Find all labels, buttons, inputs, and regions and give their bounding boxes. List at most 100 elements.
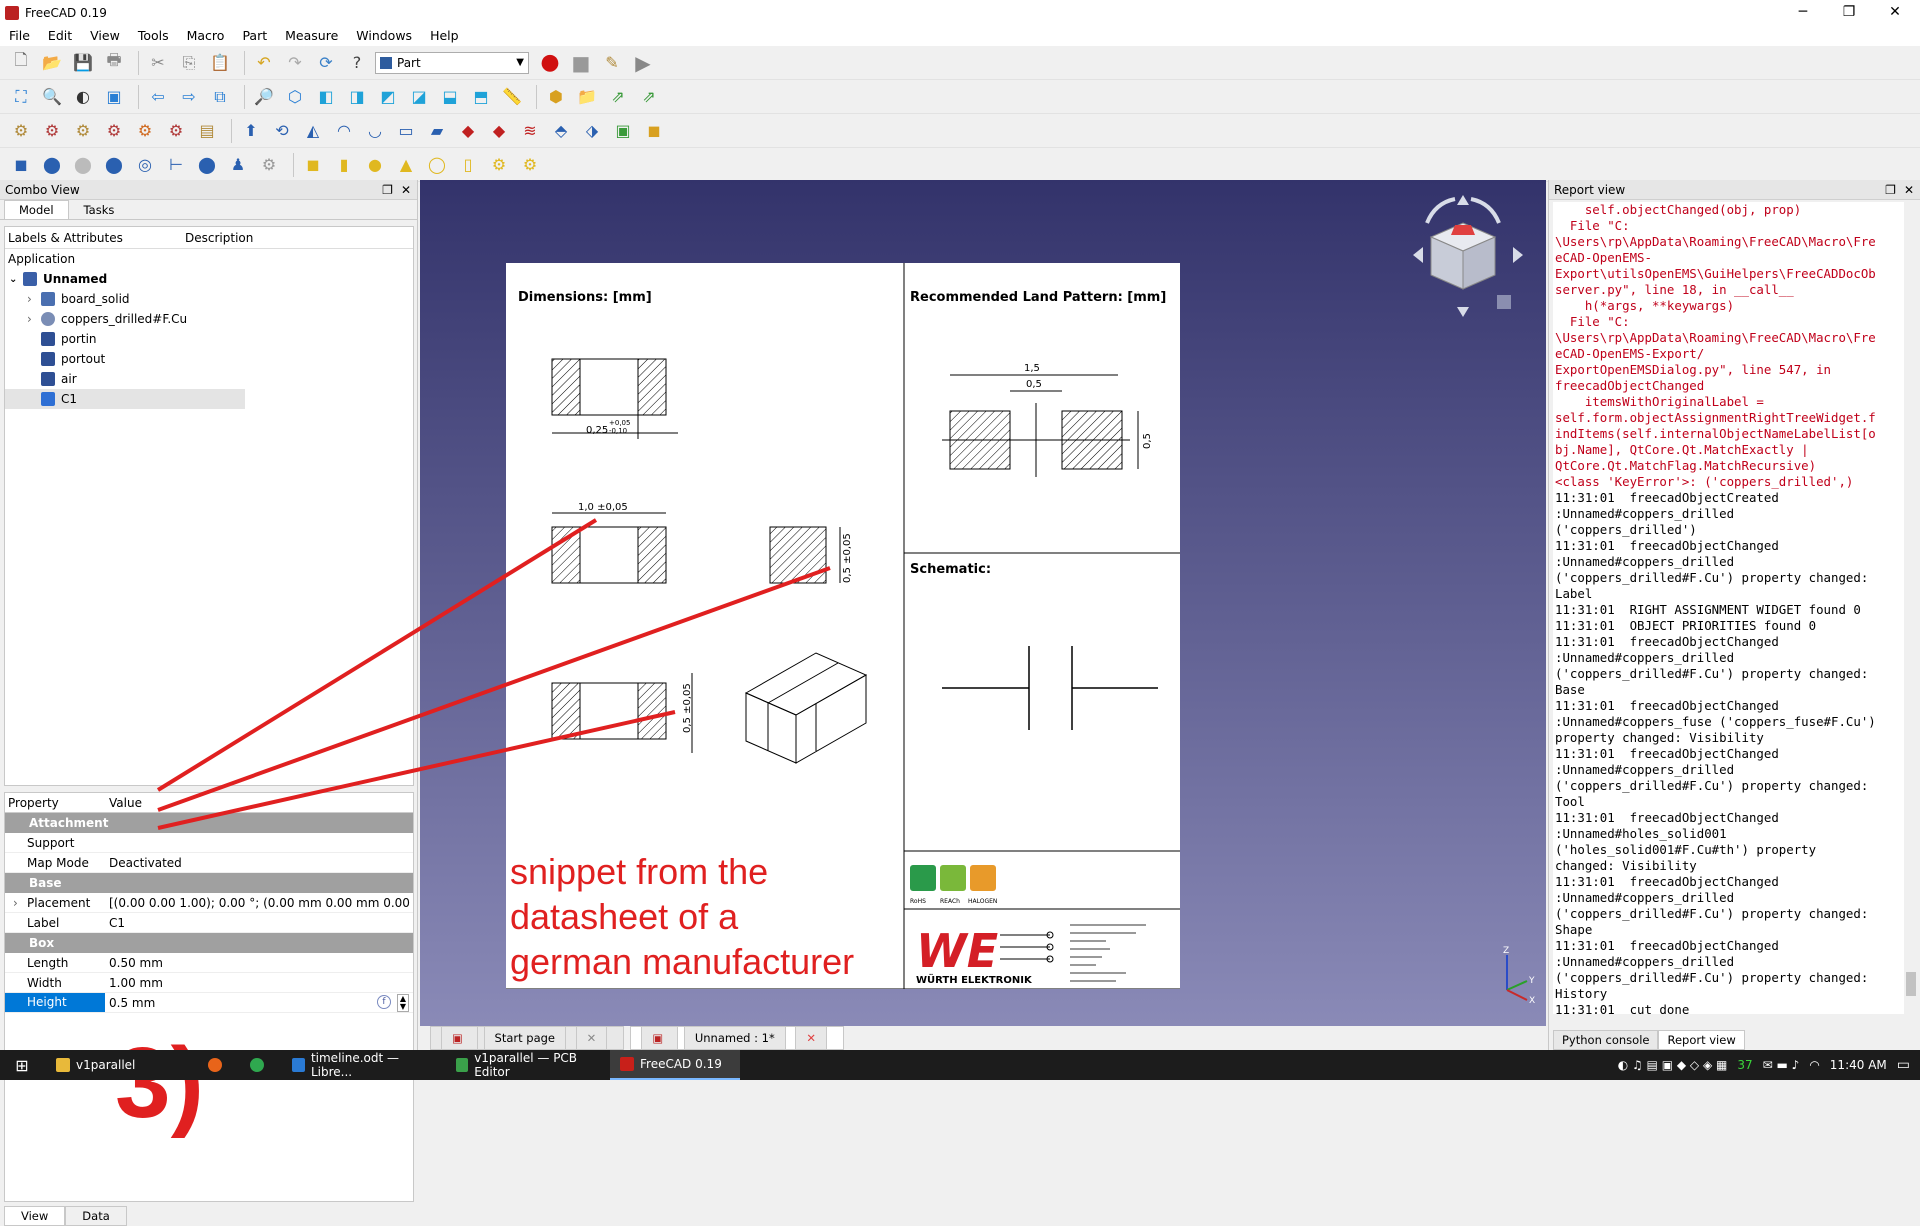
property-height[interactable]: Height 0.5 mm f ▲ ▼	[5, 993, 413, 1013]
tab-view[interactable]: View	[4, 1206, 66, 1226]
cut-icon[interactable]: ✂	[145, 50, 171, 76]
forward-icon[interactable]: ⇨	[176, 84, 202, 110]
taskbar-item-freecad[interactable]: FreeCAD 0.19	[610, 1050, 740, 1080]
bounding-box-icon[interactable]: ▣	[101, 84, 127, 110]
extrude-icon[interactable]: ⚙	[39, 118, 65, 144]
group-attachment[interactable]: Attachment	[5, 813, 413, 833]
isometric-view-icon[interactable]: ⬡	[282, 84, 308, 110]
minimize-button[interactable]: ─	[1780, 0, 1826, 26]
nav-arrow-down-icon[interactable]	[1457, 307, 1469, 317]
group-box[interactable]: Box	[5, 933, 413, 953]
thickness-icon[interactable]: ▰	[424, 118, 450, 144]
mirror-icon[interactable]: ⚙	[101, 118, 127, 144]
expression-icon[interactable]: f	[377, 995, 391, 1009]
fit-selection-icon[interactable]: 🔍	[39, 84, 65, 110]
loft-icon[interactable]: ⟲	[269, 118, 295, 144]
nav-rotate-left-icon[interactable]	[1425, 197, 1456, 224]
report-scrollbar[interactable]	[1904, 202, 1918, 1014]
paste-icon[interactable]: 📋	[207, 50, 233, 76]
bottom-view-icon[interactable]: ⬓	[437, 84, 463, 110]
close-panel-icon[interactable]: ✕	[401, 183, 411, 197]
nav-arrow-right-icon[interactable]	[1513, 247, 1523, 263]
nav-rotate-right-icon[interactable]	[1470, 197, 1501, 224]
sphere-icon[interactable]: ●	[362, 152, 388, 178]
sweep-icon[interactable]: ◭	[300, 118, 326, 144]
wifi-icon[interactable]: ◠	[1809, 1058, 1819, 1072]
fit-all-icon[interactable]: ⛶	[8, 84, 34, 110]
chevron-right-icon[interactable]: ›	[13, 896, 18, 910]
property-map-mode[interactable]: Map Mode Deactivated	[5, 853, 413, 873]
stop-macro-icon[interactable]: ■	[568, 50, 594, 76]
property-value[interactable]: 0.50 mm	[105, 956, 413, 970]
chevron-down-icon[interactable]: ⌄	[9, 274, 23, 285]
float-panel-icon[interactable]: ❐	[382, 183, 393, 197]
menu-edit[interactable]: Edit	[39, 26, 81, 46]
common-icon[interactable]: ◎	[132, 152, 158, 178]
taskbar-item-explorer[interactable]: v1parallel	[46, 1050, 196, 1080]
tab-tasks[interactable]: Tasks	[69, 200, 130, 219]
tube-icon[interactable]: ▯	[455, 152, 481, 178]
restore-button[interactable]: ❐	[1826, 0, 1872, 26]
property-width[interactable]: Width 1.00 mm	[5, 973, 413, 993]
tree-item-portout[interactable]: portout	[5, 349, 413, 369]
close-button[interactable]: ✕	[1872, 0, 1918, 26]
check-geometry-icon[interactable]: ▣	[610, 118, 636, 144]
property-label-row[interactable]: Label C1	[5, 913, 413, 933]
new-file-icon[interactable]: 🗋	[8, 50, 34, 76]
height-input[interactable]: 0.5 mm	[105, 996, 413, 1010]
open-file-icon[interactable]: 📂	[39, 50, 65, 76]
workbench-selector[interactable]: Part ▼	[375, 51, 529, 74]
cube-icon[interactable]: ◼	[300, 152, 326, 178]
tree-item-portin[interactable]: portin	[5, 329, 413, 349]
tab-unnamed[interactable]: ▣ Unnamed : 1* ✕	[630, 1026, 845, 1050]
property-header-value[interactable]: Value	[105, 796, 413, 810]
close-tab-icon[interactable]: ✕	[795, 1026, 828, 1050]
report-log[interactable]: self.objectChanged(obj, prop) File "C: \U…	[1553, 202, 1905, 1014]
chevron-right-icon[interactable]: ›	[27, 312, 41, 326]
tree-item-coppers-drilled[interactable]: › coppers_drilled#F.Cu	[5, 309, 413, 329]
cut-shape-icon[interactable]: ◆	[486, 118, 512, 144]
menu-view[interactable]: View	[81, 26, 129, 46]
copy-icon[interactable]: ⎘	[176, 50, 202, 76]
menu-help[interactable]: Help	[421, 26, 468, 46]
redo-icon[interactable]: ↷	[282, 50, 308, 76]
create-group-icon[interactable]: 📁	[574, 84, 600, 110]
property-value[interactable]: 1.00 mm	[105, 976, 413, 990]
ruled-surface-icon[interactable]: ⬆	[238, 118, 264, 144]
record-macro-icon[interactable]: ●	[537, 50, 563, 76]
navigation-cube[interactable]	[1405, 185, 1535, 325]
split-tools-icon[interactable]: ⬤	[194, 152, 220, 178]
property-header-name[interactable]: Property	[5, 796, 105, 810]
left-view-icon[interactable]: ⬒	[468, 84, 494, 110]
spin-stepper[interactable]: ▲ ▼	[397, 994, 409, 1012]
sketch-icon[interactable]: ⚙	[8, 118, 34, 144]
tree-item-unnamed[interactable]: ⌄ Unnamed	[5, 269, 413, 289]
property-support[interactable]: Support	[5, 833, 413, 853]
tab-python-console[interactable]: Python console	[1553, 1030, 1659, 1050]
cylinder-icon[interactable]: ▮	[331, 152, 357, 178]
make-face-icon[interactable]: ▤	[194, 118, 220, 144]
cut-boolean-icon[interactable]: ⬤	[70, 152, 96, 178]
chevron-right-icon[interactable]: ›	[27, 292, 41, 306]
save-icon[interactable]: 💾	[70, 50, 96, 76]
menu-file[interactable]: File	[0, 26, 39, 46]
chrome-icon[interactable]	[240, 1050, 280, 1080]
create-primitives-icon[interactable]: ⚙	[486, 152, 512, 178]
property-value[interactable]: Deactivated	[105, 856, 413, 870]
menu-measure[interactable]: Measure	[276, 26, 347, 46]
tab-data[interactable]: Data	[65, 1206, 127, 1226]
nav-menu-icon[interactable]	[1497, 295, 1511, 309]
shape-builder-icon[interactable]: ⚙	[256, 152, 282, 178]
menu-part[interactable]: Part	[233, 26, 276, 46]
create-part-icon[interactable]: ⬢	[543, 84, 569, 110]
slice-icon[interactable]: ≋	[517, 118, 543, 144]
fuse-icon[interactable]: ⬤	[101, 152, 127, 178]
split-icon[interactable]: ⬘	[548, 118, 574, 144]
torus-icon[interactable]: ◯	[424, 152, 450, 178]
property-value[interactable]: [(0.00 0.00 1.00); 0.00 °; (0.00 mm 0.00…	[105, 896, 413, 910]
network-icon[interactable]: ✉ ▬ ♪	[1763, 1058, 1800, 1072]
cross-section-icon[interactable]: ◡	[362, 118, 388, 144]
join-icon[interactable]: ⊢	[163, 152, 189, 178]
tray-icons[interactable]: ◐ ♫ ▤ ▣ ◆ ◇ ◈ ▦	[1618, 1058, 1728, 1072]
boolean-icon[interactable]: ⬤	[39, 152, 65, 178]
